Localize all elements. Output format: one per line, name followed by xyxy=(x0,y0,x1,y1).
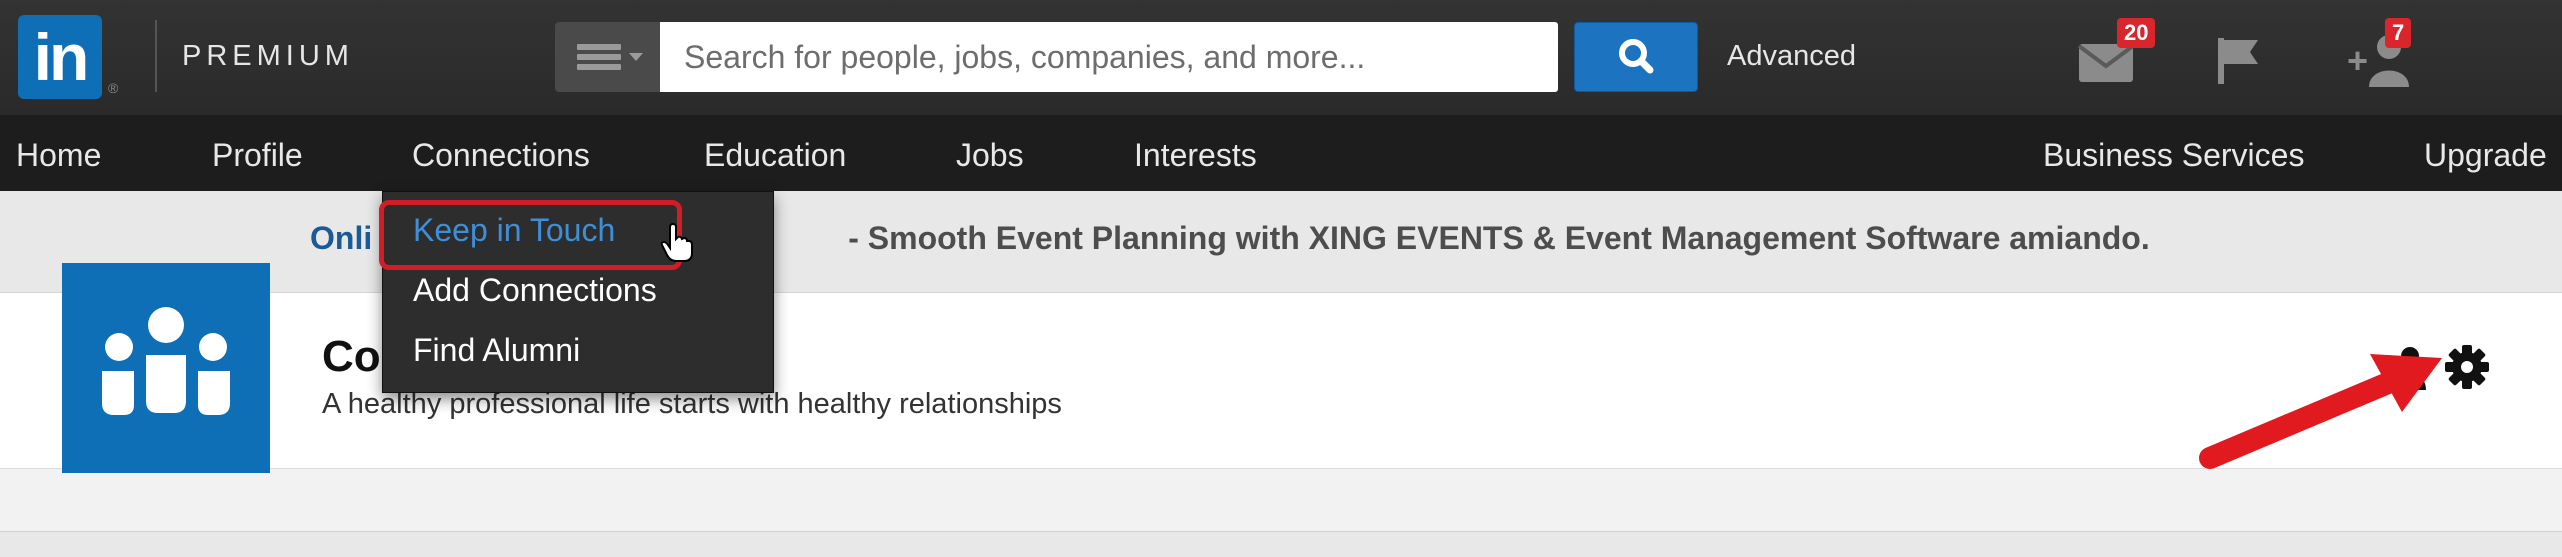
search-category-menu-button[interactable] xyxy=(555,22,660,92)
hand-cursor-icon xyxy=(660,223,693,262)
nav-jobs[interactable]: Jobs xyxy=(956,137,1024,174)
list-icon xyxy=(577,44,621,70)
search-button[interactable] xyxy=(1574,22,1698,92)
linkedin-logo[interactable]: in xyxy=(18,15,102,99)
flag-icon xyxy=(2218,38,2258,84)
nav-business-services[interactable]: Business Services xyxy=(2043,137,2304,174)
nav-upgrade[interactable]: Upgrade xyxy=(2424,137,2547,174)
people-group-icon xyxy=(102,307,230,415)
nav-education[interactable]: Education xyxy=(704,137,846,174)
dropdown-item-add-connections[interactable]: Add Connections xyxy=(413,272,657,309)
settings-gear-icon[interactable] xyxy=(2444,344,2490,390)
search-icon xyxy=(1619,39,1654,74)
registered-mark: ® xyxy=(108,80,119,96)
highlight-box xyxy=(379,200,682,270)
premium-label: PREMIUM xyxy=(182,40,354,72)
notifications-flag-button[interactable] xyxy=(2210,32,2268,88)
dropdown-item-find-alumni[interactable]: Find Alumni xyxy=(413,332,580,369)
connections-app-icon xyxy=(62,263,270,473)
ad-text: - Smooth Event Planning with XING EVENTS… xyxy=(848,220,2150,256)
logo-divider xyxy=(155,20,157,92)
search-input[interactable] xyxy=(660,22,1558,92)
nav-home[interactable]: Home xyxy=(16,137,101,174)
chevron-down-icon xyxy=(629,53,643,61)
nav-connections[interactable]: Connections xyxy=(412,137,590,174)
invitations-count-badge: 7 xyxy=(2385,18,2412,48)
nav-interests[interactable]: Interests xyxy=(1134,137,1257,174)
card-footer-strip xyxy=(0,468,2562,532)
advanced-search-link[interactable]: Advanced xyxy=(1727,40,1856,73)
red-annotation-arrow xyxy=(2199,354,2442,469)
svg-text:+: + xyxy=(2347,40,2368,81)
ad-link[interactable]: Onli xyxy=(310,220,372,256)
page-title: Co xyxy=(322,332,381,381)
messages-count-badge: 20 xyxy=(2117,18,2156,48)
nav-profile[interactable]: Profile xyxy=(212,137,303,174)
